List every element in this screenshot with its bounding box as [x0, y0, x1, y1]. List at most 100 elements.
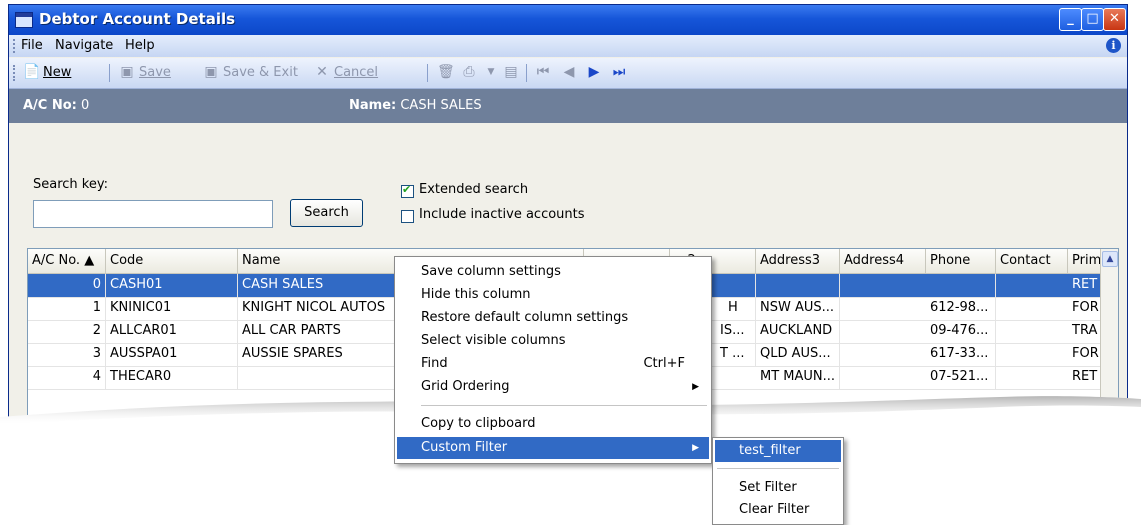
- delete-icon: 🗑: [437, 64, 455, 80]
- submenu-item-label: Set Filter: [739, 480, 797, 495]
- context-menu: Save column settings Hide this column Re…: [394, 256, 712, 464]
- cancel-label: Cancel: [334, 65, 379, 80]
- info-icon[interactable]: i: [1106, 38, 1121, 53]
- submenu-item-clear-filter[interactable]: Clear Filter: [715, 499, 841, 521]
- toolbar-separator: [526, 64, 527, 82]
- ac-no-label: A/C No:: [23, 98, 77, 113]
- menu-item-hide-column[interactable]: Hide this column: [397, 284, 709, 306]
- print-button[interactable]: ⎙: [461, 65, 477, 80]
- save-button[interactable]: ▣ Save: [119, 64, 171, 81]
- col-header-address4[interactable]: Address4: [840, 249, 926, 273]
- close-button[interactable]: ✕: [1103, 8, 1126, 31]
- cell-phone: 617-33...: [926, 343, 996, 366]
- cell-code: AUSSPA01: [106, 343, 238, 366]
- menu-item-label: Find: [421, 356, 448, 371]
- cell-code: THECAR0: [106, 366, 238, 389]
- submenu-arrow-icon: ▶: [692, 382, 699, 392]
- new-icon: 📄: [23, 64, 41, 80]
- cell-ac-no: 0: [28, 274, 106, 297]
- delete-button[interactable]: 🗑: [437, 64, 455, 80]
- scroll-up-icon[interactable]: ▲: [1102, 251, 1118, 267]
- toolbar-grip: [13, 65, 17, 81]
- menu-item-custom-filter[interactable]: Custom Filter ▶: [397, 437, 709, 459]
- last-icon: ⏭: [612, 64, 626, 80]
- menu-item-save-column-settings[interactable]: Save column settings: [397, 261, 709, 283]
- report-button[interactable]: ▤: [503, 65, 519, 80]
- menu-item-label: Custom Filter: [421, 440, 508, 455]
- print-dropdown[interactable]: ▼: [483, 65, 499, 80]
- search-button[interactable]: Search: [290, 199, 363, 227]
- ac-no-value: 0: [81, 98, 90, 113]
- col-header-code[interactable]: Code: [106, 249, 238, 273]
- submenu-arrow-icon: ▶: [692, 443, 699, 453]
- save-icon: ▣: [120, 64, 134, 80]
- submenu-item-label: Clear Filter: [739, 502, 810, 517]
- report-icon: ▤: [504, 64, 518, 80]
- first-record-button[interactable]: ⏮: [535, 65, 551, 80]
- ac-no-field: A/C No: 0: [23, 98, 89, 113]
- new-button[interactable]: 📄 New: [23, 64, 72, 81]
- col-header-contact[interactable]: Contact: [996, 249, 1068, 273]
- cell-phone: 07-521...: [926, 366, 996, 389]
- maximize-button[interactable]: □: [1081, 8, 1104, 31]
- extended-search-label[interactable]: Extended search: [419, 182, 528, 197]
- account-header: A/C No: 0 Name: CASH SALES: [9, 89, 1127, 123]
- menu-separator: [717, 468, 839, 469]
- search-key-label: Search key:: [33, 177, 108, 192]
- menu-navigate[interactable]: Navigate: [55, 38, 113, 53]
- menu-item-grid-ordering[interactable]: Grid Ordering ▶: [397, 376, 709, 398]
- menu-help[interactable]: Help: [125, 38, 155, 53]
- extended-search-checkbox[interactable]: [401, 183, 414, 198]
- custom-filter-submenu: test_filter Set Filter Clear Filter: [712, 437, 844, 525]
- menu-item-find[interactable]: Find Ctrl+F: [397, 353, 709, 375]
- menu-separator: [421, 405, 707, 406]
- new-label: New: [43, 65, 72, 80]
- save-exit-button[interactable]: ▣ Save & Exit: [203, 64, 298, 81]
- toolbar-separator: [109, 64, 110, 82]
- cell-code: ALLCAR01: [106, 320, 238, 343]
- include-inactive-checkbox[interactable]: [401, 210, 414, 223]
- menu-item-label: Select visible columns: [421, 333, 566, 348]
- menu-item-label: Copy to clipboard: [421, 416, 536, 431]
- prev-record-button[interactable]: ◀: [561, 65, 577, 80]
- cell-address3: [756, 274, 840, 297]
- name-label: Name:: [349, 98, 397, 113]
- menu-item-restore-default[interactable]: Restore default column settings: [397, 307, 709, 329]
- next-icon: ▶: [588, 64, 600, 80]
- menu-item-copy-to-clipboard[interactable]: Copy to clipboard: [397, 413, 709, 435]
- menu-item-select-visible-columns[interactable]: Select visible columns: [397, 330, 709, 352]
- cell-phone: 09-476...: [926, 320, 996, 343]
- next-record-button[interactable]: ▶: [586, 65, 602, 80]
- menu-grip: [13, 39, 17, 53]
- submenu-item-test-filter[interactable]: test_filter: [715, 440, 841, 462]
- cell-phone: 612-98...: [926, 297, 996, 320]
- search-input[interactable]: [33, 200, 273, 228]
- save-exit-label: Save & Exit: [223, 65, 298, 80]
- include-inactive-label[interactable]: Include inactive accounts: [419, 207, 585, 222]
- menu-file[interactable]: File: [21, 38, 43, 53]
- save-exit-icon: ▣: [204, 64, 218, 80]
- submenu-item-label: test_filter: [739, 443, 801, 458]
- col-header-address3[interactable]: Address3: [756, 249, 840, 273]
- cell-code: KNINIC01: [106, 297, 238, 320]
- menu-bar: File Navigate Help i: [9, 35, 1127, 57]
- dropdown-icon: ▼: [487, 67, 495, 77]
- menu-item-label: Restore default column settings: [421, 310, 629, 325]
- grid-vertical-scrollbar[interactable]: ▲: [1100, 249, 1118, 445]
- cell-ac-no: 4: [28, 366, 106, 389]
- name-field: Name: CASH SALES: [349, 98, 482, 113]
- cancel-icon: ✕: [316, 64, 328, 80]
- window-title: Debtor Account Details: [39, 10, 236, 28]
- title-bar[interactable]: Debtor Account Details _ □ ✕: [9, 5, 1127, 35]
- last-record-button[interactable]: ⏭: [611, 65, 627, 80]
- minimize-button[interactable]: _: [1059, 8, 1082, 31]
- prev-icon: ◀: [563, 64, 575, 80]
- cell-address3: NSW AUS...: [756, 297, 840, 320]
- toolbar: 📄 New ▣ Save ▣ Save & Exit ✕ Cancel 🗑 ⎙ …: [9, 58, 1127, 89]
- cell-address3: MT MAUN...: [756, 366, 840, 389]
- col-header-phone[interactable]: Phone: [926, 249, 996, 273]
- submenu-item-set-filter[interactable]: Set Filter: [715, 477, 841, 499]
- col-header-ac-no[interactable]: A/C No. ▲: [28, 249, 106, 273]
- cancel-button[interactable]: ✕ Cancel: [314, 64, 379, 81]
- app-icon: [15, 12, 33, 28]
